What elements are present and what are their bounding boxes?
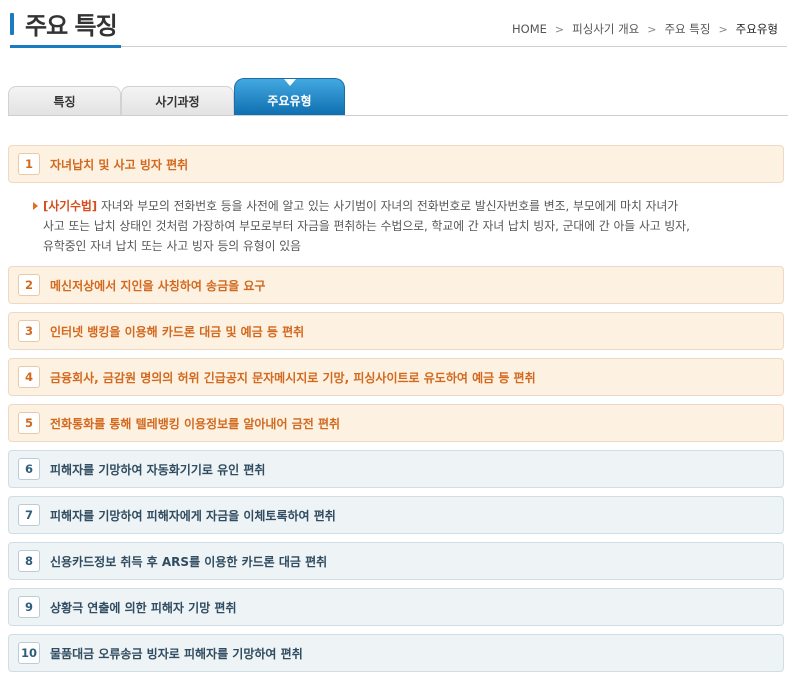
item-detail: [사기수법] 자녀와 부모의 전화번호 등을 사전에 알고 있는 사기범이 자녀… [33,196,773,256]
tab-main-types-label: 주요유형 [267,93,312,108]
breadcrumb-home[interactable]: HOME [512,22,547,36]
list-item[interactable]: 6 피해자를 기망하여 자동화기기로 유인 편취 [8,450,784,488]
page-title: 주요 특징 [25,12,118,40]
chevron-right-icon: > [647,22,657,36]
list-item[interactable]: 4 금융회사, 금감원 명의의 허위 긴급공지 문자메시지로 기망, 피싱사이트… [8,358,784,396]
tab-fraud-process[interactable]: 사기과정 [121,86,234,116]
page-header: 주요 특징 HOME > 피싱사기 개요 > 주요 특징 > 주요유형 [0,0,808,50]
breadcrumb-main-features[interactable]: 주요 특징 [664,21,710,37]
item-number: 10 [18,642,40,664]
item-number: 2 [18,274,40,296]
list-item[interactable]: 7 피해자를 기망하여 피해자에게 자금을 이체토록하여 편취 [8,496,784,534]
item-label: 금융회사, 금감원 명의의 허위 긴급공지 문자메시지로 기망, 피싱사이트로 … [50,370,536,385]
list-item[interactable]: 9 상황극 연출에 의한 피해자 기망 편취 [8,588,784,626]
item-number: 9 [18,596,40,618]
method-label: [사기수법] [43,199,98,213]
item-label: 인터넷 뱅킹을 이용해 카드론 대금 및 예금 등 편취 [50,324,305,339]
list-item[interactable]: 3 인터넷 뱅킹을 이용해 카드론 대금 및 예금 등 편취 [8,312,784,350]
item-label: 피해자를 기망하여 자동화기기로 유인 편취 [50,462,266,477]
list-item[interactable]: 10 물품대금 오류송금 빙자로 피해자를 기망하여 편취 [8,634,784,672]
item-label: 메신저상에서 지인을 사칭하여 송금을 요구 [50,278,266,293]
tab-divider [8,115,788,116]
item-label: 신용카드정보 취득 후 ARS를 이용한 카드론 대금 편취 [50,554,328,569]
list-item[interactable]: 1 자녀납치 및 사고 빙자 편취 [8,145,784,183]
item-label: 피해자를 기망하여 피해자에게 자금을 이체토록하여 편취 [50,508,336,523]
detail-line-3: 유학중인 자녀 납치 또는 사고 빙자 등의 유형이 있음 [43,239,301,253]
item-label: 자녀납치 및 사고 빙자 편취 [50,157,189,172]
item-number: 6 [18,458,40,480]
breadcrumb-phishing-overview[interactable]: 피싱사기 개요 [572,21,639,37]
chevron-right-icon: > [554,22,565,36]
detail-line-1: 자녀와 부모의 전화번호 등을 사전에 알고 있는 사기범이 자녀의 전화번호로… [97,199,679,213]
active-tab-notch [283,79,296,86]
triangle-right-icon [33,202,38,210]
item-number: 4 [18,366,40,388]
breadcrumb-current: 주요유형 [735,22,778,36]
chevron-right-icon: > [718,22,728,36]
list-item[interactable]: 2 메신저상에서 지인을 사칭하여 송금을 요구 [8,266,784,304]
detail-line-2: 사고 또는 납치 상태인 것처럼 가장하여 부모로부터 자금을 편취하는 수법으… [43,219,690,233]
breadcrumb: HOME > 피싱사기 개요 > 주요 특징 > 주요유형 [512,21,778,37]
item-number: 3 [18,320,40,342]
item-number: 1 [18,153,40,175]
list-item[interactable]: 8 신용카드정보 취득 후 ARS를 이용한 카드론 대금 편취 [8,542,784,580]
title-accent-bar [10,13,14,35]
tab-features[interactable]: 특징 [8,86,121,116]
item-number: 5 [18,412,40,434]
item-label: 전화통화를 통해 텔레뱅킹 이용정보를 알아내어 금전 편취 [50,416,341,431]
header-divider [121,46,787,47]
item-number: 7 [18,504,40,526]
list-item[interactable]: 5 전화통화를 통해 텔레뱅킹 이용정보를 알아내어 금전 편취 [8,404,784,442]
tab-bar: 특징 사기과정 주요유형 [8,78,788,116]
tab-main-types[interactable]: 주요유형 [234,78,345,115]
item-label: 상황극 연출에 의한 피해자 기망 편취 [50,600,237,615]
item-label: 물품대금 오류송금 빙자로 피해자를 기망하여 편취 [50,646,303,661]
title-underline [10,45,121,48]
item-number: 8 [18,550,40,572]
